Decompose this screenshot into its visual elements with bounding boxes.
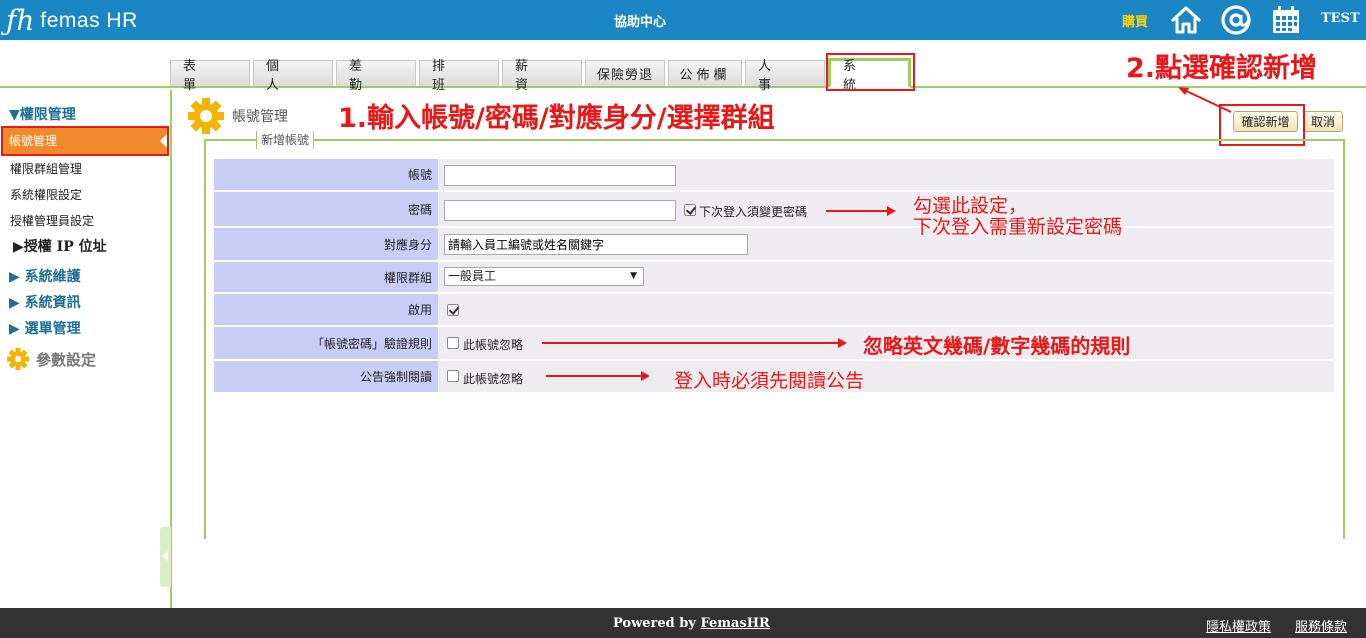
tab-system-highlight	[826, 53, 915, 91]
active-item-highlight	[1, 126, 169, 156]
powered-prefix: Powered by	[613, 616, 701, 631]
sidebar-section-params[interactable]: 參數設定	[6, 347, 96, 371]
annotation-password-note-2: 下次登入需重新設定密碼	[913, 216, 1123, 238]
annotation-arrow-rule	[542, 338, 847, 348]
sidebar-item-authorized-ip[interactable]: ▶授權 IP 位址	[13, 236, 107, 256]
help-center-link[interactable]: 協助中心	[614, 11, 666, 30]
logo-text: femas HR	[40, 9, 138, 32]
announce-ignore-checkbox[interactable]	[447, 370, 459, 382]
rule-ignore-label: 此帳號忽略	[463, 338, 524, 352]
form-row-group: 權限群組 一般員工 ▼	[214, 262, 1334, 292]
sidebar-section-permission[interactable]: ▼權限管理	[9, 104, 76, 124]
sidebar-item-permission-groups[interactable]: 權限群組管理	[10, 160, 82, 177]
footer: Powered by FemasHR 隱私權政策 服務條款	[0, 608, 1366, 638]
tab-bulletin[interactable]: 公佈欄	[668, 60, 742, 86]
rule-ignore-checkbox[interactable]	[447, 337, 459, 349]
sidebar-section-menu[interactable]: ▶ 選單管理	[9, 318, 81, 338]
dropdown-arrow-icon: ▼	[630, 271, 637, 281]
form-row-identity: 對應身分	[214, 228, 1334, 260]
annotation-arrow-password	[826, 206, 896, 216]
femashr-link[interactable]: FemasHR	[700, 616, 769, 631]
group-select[interactable]: 一般員工 ▼	[444, 267, 644, 286]
group-label: 權限群組	[214, 262, 438, 292]
top-header: ƒh femas HR 協助中心 購買 TEST	[0, 0, 1366, 40]
group-selected-value: 一般員工	[448, 269, 497, 283]
logo-mark: ƒh	[6, 4, 35, 37]
identity-label: 對應身分	[214, 228, 438, 260]
tab-attendance[interactable]: 差 勤	[336, 59, 416, 93]
tab-payroll[interactable]: 薪 資	[502, 59, 582, 93]
announce-ignore-label: 此帳號忽略	[463, 372, 524, 386]
user-name[interactable]: TEST	[1321, 11, 1360, 26]
buy-link[interactable]: 購買	[1122, 11, 1148, 30]
annotation-announce-note: 登入時必須先閱讀公告	[674, 370, 865, 392]
annotation-arrow-announce	[546, 371, 650, 381]
sidebar-section-maintenance[interactable]: ▶ 系統維護	[9, 266, 81, 286]
annotation-step1: 1.輸入帳號/密碼/對應身分/選擇群組	[338, 103, 775, 134]
tab-insurance[interactable]: 保險勞退	[585, 60, 665, 86]
sidebar-item-authorized-admins[interactable]: 授權管理員設定	[10, 212, 94, 229]
sidebar-param-label: 參數設定	[36, 350, 97, 369]
identity-input[interactable]	[444, 234, 748, 255]
validation-rule-label: 「帳號密碼」驗證規則	[214, 327, 438, 359]
account-label: 帳號	[214, 159, 438, 190]
password-change-label: 下次登入須變更密碼	[699, 205, 808, 219]
form-row-password: 密碼 下次登入須變更密碼	[214, 192, 1334, 226]
calendar-icon[interactable]	[1270, 4, 1302, 36]
terms-of-service-link[interactable]: 服務條款	[1295, 616, 1347, 635]
home-icon[interactable]	[1170, 4, 1202, 36]
femas-logo[interactable]: ƒh femas HR	[6, 4, 138, 38]
password-change-checkbox[interactable]	[684, 204, 696, 216]
enable-label: 啟用	[214, 294, 438, 325]
form-row-enable: 啟用	[214, 294, 1334, 325]
at-icon[interactable]	[1220, 4, 1252, 36]
account-input[interactable]	[444, 165, 676, 186]
powered-by: Powered by FemasHR	[613, 616, 770, 631]
sidebar: ▼權限管理 帳號管理 權限群組管理 系統權限設定 授權管理員設定 ▶授權 IP …	[0, 90, 172, 608]
password-label: 密碼	[214, 192, 438, 226]
password-input[interactable]	[444, 200, 676, 221]
sidebar-collapse-handle[interactable]	[160, 527, 171, 587]
sidebar-section-info[interactable]: ▶ 系統資訊	[9, 292, 81, 312]
tab-forms[interactable]: 表 單	[170, 59, 250, 93]
gear-icon	[188, 98, 224, 134]
sidebar-item-system-permissions[interactable]: 系統權限設定	[10, 186, 82, 203]
annotation-step2: 2.點選確認新增	[1126, 53, 1318, 84]
page-title: 帳號管理	[232, 109, 288, 125]
tab-personal[interactable]: 個 人	[253, 59, 333, 93]
announcement-label: 公告強制閱讀	[214, 361, 438, 392]
tab-hr[interactable]: 人 事	[745, 59, 825, 93]
enable-checkbox[interactable]	[447, 304, 459, 316]
annotation-rule-note: 忽略英文幾碼/數字幾碼的規則	[863, 334, 1131, 358]
privacy-policy-link[interactable]: 隱私權政策	[1206, 616, 1271, 635]
cancel-button[interactable]: 取消	[1303, 111, 1343, 132]
tab-schedule[interactable]: 排 班	[419, 59, 499, 93]
form-row-account: 帳號	[214, 159, 1334, 190]
gear-icon	[7, 348, 29, 370]
fieldset-legend: 新增帳號	[256, 131, 315, 149]
page-heading: 帳號管理	[186, 96, 288, 136]
